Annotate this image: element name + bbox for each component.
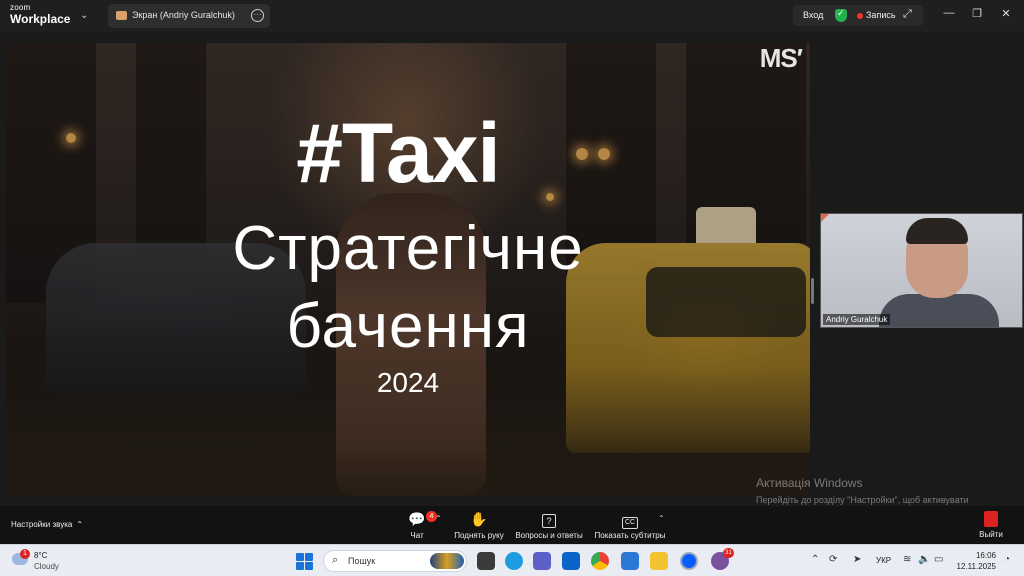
slide-subtitle-line1: Стратегічне [232, 214, 584, 283]
closed-captions-icon: CC [594, 510, 666, 529]
more-options-icon[interactable]: ··· [251, 9, 264, 22]
zoom-icon[interactable] [680, 552, 698, 570]
windows-logo-tile [296, 553, 304, 561]
notification-icon[interactable]: ◔ [1004, 554, 1010, 565]
leave-button[interactable]: Выйти [976, 510, 1006, 539]
chat-label: Чат [410, 531, 424, 540]
qa-label: Вопросы и ответы [515, 531, 583, 540]
clock-time: 16:06 [975, 551, 996, 560]
shared-screen-area: MS′ #Taxi Стратегічне бачення 2024 Andri… [0, 32, 1024, 518]
recording-indicator[interactable]: Запись [866, 10, 896, 20]
audio-settings-button[interactable]: Настройки звука ⌃ [11, 520, 83, 529]
volume-icon[interactable]: 🔈 [918, 554, 930, 565]
login-button[interactable]: Вход [803, 10, 823, 20]
taskbar-clock[interactable]: 16:06 12.11.2025 [956, 550, 996, 572]
edge-icon[interactable] [505, 552, 523, 570]
brand-small-text: zoom [10, 3, 31, 12]
search-highlight-image [430, 553, 464, 569]
active-speaker-marker [821, 214, 829, 222]
windows-taskbar: 1 8°C Cloudy ⌕ Пошук 31 ⌃ ⟳ ➤ УКР ≋ 🔈 ▭ … [0, 544, 1024, 576]
meeting-toolbar: Настройки звука ⌃ 💬 4 Чат ⌃ ✋ Поднять руку… [0, 506, 1024, 544]
ms-logo: MS′ [759, 43, 803, 73]
captions-label: Показать субтитры [594, 531, 666, 540]
taskbar-search[interactable]: ⌕ Пошук [323, 550, 467, 572]
tab-label: Экран (Andriy Guralchuk) [132, 10, 235, 20]
question-icon: ? [514, 510, 584, 528]
encryption-shield-icon[interactable] [835, 8, 847, 22]
audio-settings-label: Настройки звука [11, 520, 73, 529]
panel-resize-handle[interactable] [811, 278, 814, 304]
meeting-status-bar: Вход Запись ⤢ [793, 5, 923, 26]
raise-hand-label: Поднять руку [454, 531, 504, 540]
chat-button[interactable]: 💬 4 Чат [403, 510, 437, 540]
qa-button[interactable]: ? Вопросы и ответы [514, 510, 584, 540]
tray-expand-icon[interactable]: ⌃ [811, 554, 819, 565]
teams-icon[interactable] [533, 552, 551, 570]
slide-year: 2024 [376, 367, 440, 398]
viber-icon[interactable]: 31 [711, 548, 734, 570]
leave-label: Выйти [979, 530, 1003, 539]
chat-options-chevron-icon[interactable]: ⌃ [435, 514, 442, 523]
watermark-title: Активація Windows [756, 476, 863, 490]
chat-icon: 💬 4 [403, 510, 437, 528]
participant-name: Andriy Guralchuk [823, 314, 891, 325]
minimize-icon[interactable]: — [941, 7, 957, 19]
windows-logo-tile [296, 562, 304, 570]
title-bar: zoom Workplace ⌄ Экран (Andriy Guralchuk… [0, 0, 1024, 32]
restore-icon[interactable]: ❐ [969, 7, 985, 20]
search-icon: ⌕ [332, 554, 339, 566]
outlook-icon[interactable] [562, 552, 580, 570]
participant-body [879, 294, 999, 327]
participant-video-tile[interactable]: Andriy Guralchuk [820, 213, 1023, 328]
screen-share-icon [116, 11, 127, 20]
brand-large-text: Workplace [10, 12, 71, 26]
windows-logo-tile [305, 553, 313, 561]
viber-badge: 31 [723, 548, 734, 558]
presentation-slide: MS′ #Taxi Стратегічне бачення 2024 [6, 43, 810, 496]
chrome-icon[interactable] [591, 552, 609, 570]
captions-button[interactable]: CC Показать субтитры [594, 510, 666, 540]
wifi-icon[interactable]: ≋ [903, 554, 911, 565]
fullscreen-icon[interactable]: ⤢ [903, 8, 912, 21]
windows-logo-tile [305, 562, 313, 570]
app-brand[interactable]: zoom Workplace [10, 3, 71, 26]
slide-title: #Taxi [296, 106, 501, 200]
battery-icon[interactable]: ▭ [934, 554, 943, 565]
language-indicator[interactable]: УКР [876, 556, 891, 565]
tab-screen-share[interactable]: Экран (Andriy Guralchuk) ··· [108, 4, 270, 28]
participant-hair [906, 218, 968, 244]
chevron-down-icon[interactable]: ⌄ [80, 10, 88, 21]
store-icon[interactable] [621, 552, 639, 570]
captions-options-chevron-icon[interactable]: ⌃ [658, 514, 665, 523]
close-icon[interactable]: ✕ [998, 7, 1014, 20]
search-placeholder: Пошук [348, 556, 376, 566]
raise-hand-button[interactable]: ✋ Поднять руку [452, 510, 506, 540]
chevron-up-icon[interactable]: ⌃ [76, 520, 83, 529]
record-dot-icon [857, 13, 863, 19]
temperature: 8°C [34, 551, 48, 560]
weather-badge: 1 [20, 549, 30, 559]
slide-subtitle-line2: бачення [286, 292, 530, 361]
sync-icon[interactable]: ⟳ [829, 554, 837, 565]
start-button[interactable] [296, 553, 313, 570]
send-icon[interactable]: ➤ [853, 554, 861, 565]
file-explorer-icon[interactable] [650, 552, 668, 570]
weather-condition: Cloudy [34, 562, 59, 571]
task-view-icon[interactable] [477, 552, 495, 570]
clock-date: 12.11.2025 [956, 562, 996, 571]
leave-icon [984, 511, 998, 527]
hand-icon: ✋ [470, 511, 488, 527]
